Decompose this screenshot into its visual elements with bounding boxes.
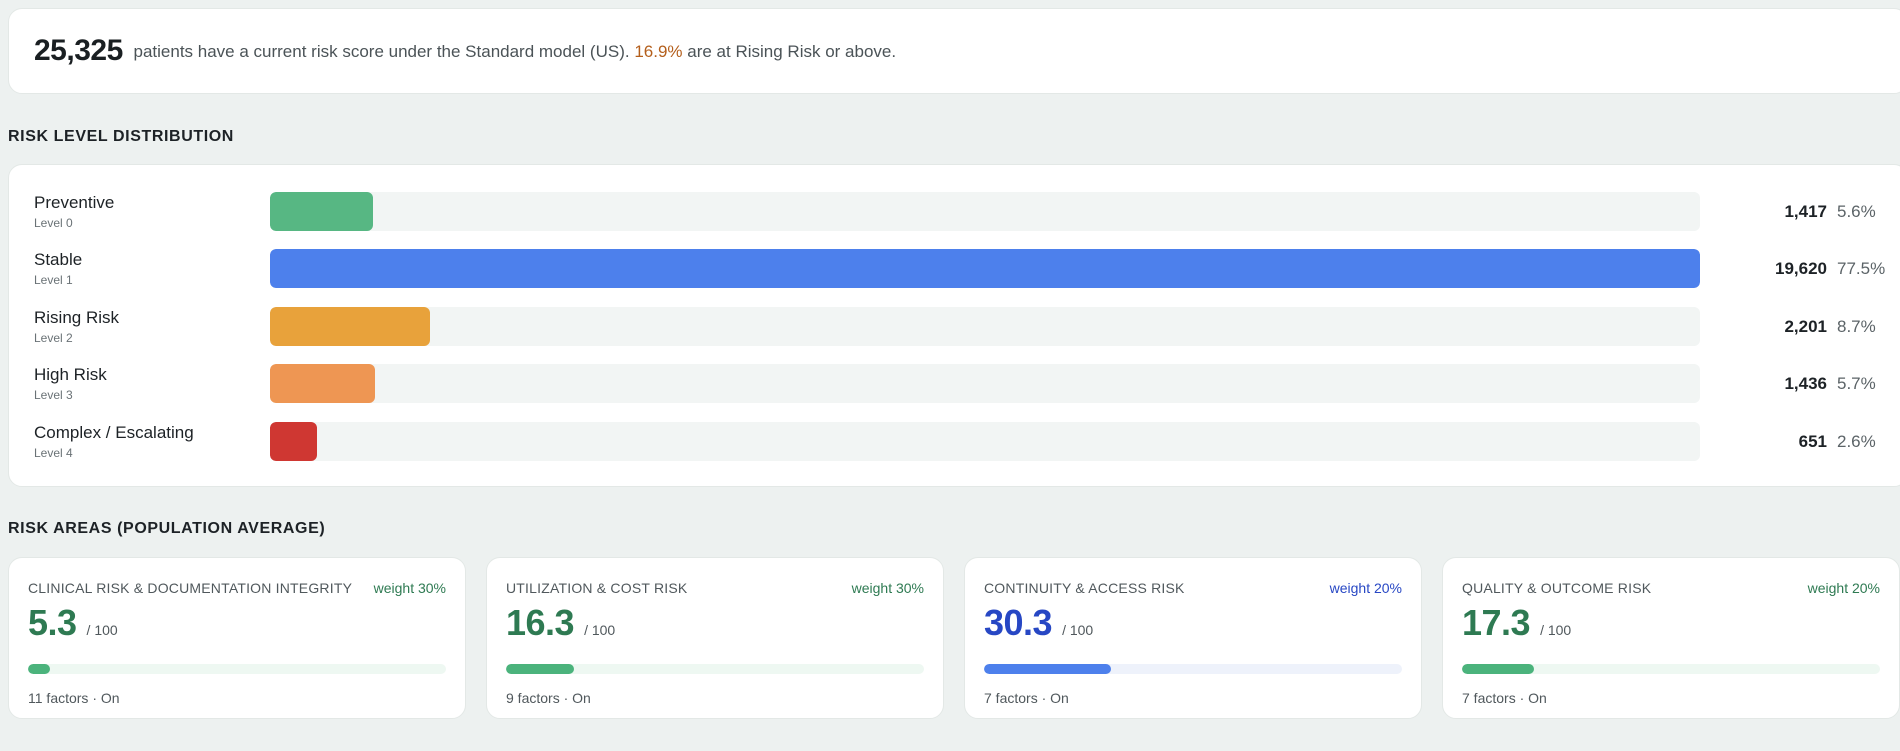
distribution-bar [270, 364, 375, 403]
risk-level-number: Level 4 [34, 446, 73, 460]
risk-area-header: CONTINUITY & ACCESS RISK weight 20% [984, 580, 1402, 596]
risk-level-distribution-card: Preventive Level 0 1,417 5.6% Stable Level 1 1… [8, 164, 1900, 487]
population-summary-card: 25,325 patients have a current risk scor… [8, 8, 1900, 94]
risk-area-title: QUALITY & OUTCOME RISK [1462, 580, 1652, 596]
risk-level-name: Stable [34, 250, 83, 269]
risk-area-max: / 100 [86, 622, 118, 638]
distribution-bar-track [270, 364, 1700, 403]
distribution-bar [270, 192, 373, 231]
risk-area-score: 17.3 [1462, 602, 1531, 643]
risk-area-score: 5.3 [28, 602, 77, 643]
risk-area-header: CLINICAL RISK & DOCUMENTATION INTEGRITY w… [28, 580, 446, 596]
risk-level-count: 2,201 [1784, 317, 1827, 336]
risk-level-percent: 5.6% [1837, 202, 1876, 221]
risk-level-count: 1,436 [1784, 374, 1827, 393]
distribution-bar-track [270, 307, 1700, 346]
risk-area-bar-track [28, 664, 446, 674]
distribution-row: Rising Risk Level 2 2,201 8.7% [9, 307, 1900, 347]
risk-level-number: Level 2 [34, 331, 73, 345]
risk-area-factors: 7 factors · On [1462, 690, 1547, 706]
risk-area-max: / 100 [584, 622, 616, 638]
risk-level-percent: 8.7% [1837, 317, 1876, 336]
risk-area-score-row: 17.3 / 100 [1462, 602, 1880, 644]
risk-areas-title: RISK AREAS (POPULATION AVERAGE) [8, 520, 326, 537]
risk-level-name: Complex / Escalating [34, 423, 194, 442]
distribution-bar [270, 307, 430, 346]
risk-level-label: Rising Risk Level 2 [34, 308, 119, 345]
patient-count: 25,325 [34, 34, 123, 67]
risk-area-card: CLINICAL RISK & DOCUMENTATION INTEGRITY w… [8, 557, 466, 719]
distribution-bar-track [270, 422, 1700, 461]
risk-level-label: Stable Level 1 [34, 250, 82, 287]
risk-area-bar-track [1462, 664, 1880, 674]
risk-area-title: CONTINUITY & ACCESS RISK [984, 580, 1185, 596]
risk-area-score: 30.3 [984, 602, 1053, 643]
distribution-row: High Risk Level 3 1,436 5.7% [9, 364, 1900, 404]
risk-area-score-row: 5.3 / 100 [28, 602, 446, 644]
risk-area-bar-track [984, 664, 1402, 674]
risk-dashboard: 25,325 patients have a current risk scor… [0, 0, 1900, 751]
risk-level-count: 651 [1798, 432, 1827, 451]
risk-area-bar [28, 664, 51, 674]
risk-level-percent: 77.5% [1837, 259, 1886, 278]
risk-level-number: Level 3 [34, 388, 73, 402]
risk-area-bar-track [506, 664, 924, 674]
distribution-bar-track [270, 249, 1700, 288]
risk-area-weight: weight 20% [1329, 580, 1402, 596]
risk-level-name: High Risk [34, 365, 107, 384]
risk-area-card: UTILIZATION & COST RISK weight 30% 16.3 / 1… [486, 557, 944, 719]
risk-level-label: Preventive Level 0 [34, 193, 114, 230]
risk-level-name: Rising Risk [34, 308, 120, 327]
summary-text-before: patients have a current risk score under… [133, 42, 630, 61]
risk-area-score: 16.3 [506, 602, 575, 643]
risk-area-factors: 9 factors · On [506, 690, 591, 706]
risk-level-number: Level 0 [34, 216, 73, 230]
risk-area-weight: weight 30% [851, 580, 924, 596]
risk-area-card: CONTINUITY & ACCESS RISK weight 20% 30.3 / … [964, 557, 1422, 719]
risk-area-factors: 7 factors · On [984, 690, 1069, 706]
risk-level-percent: 5.7% [1837, 374, 1876, 393]
distribution-row: Preventive Level 0 1,417 5.6% [9, 192, 1900, 232]
risk-area-weight: weight 30% [373, 580, 446, 596]
risk-area-header: UTILIZATION & COST RISK weight 30% [506, 580, 924, 596]
risk-level-percent: 2.6% [1837, 432, 1876, 451]
distribution-row: Stable Level 1 19,620 77.5% [9, 249, 1900, 289]
risk-area-title: CLINICAL RISK & DOCUMENTATION INTEGRITY [28, 580, 353, 596]
risk-area-bar [1462, 664, 1535, 674]
distribution-bar-track [270, 192, 1700, 231]
risk-area-weight: weight 20% [1807, 580, 1880, 596]
rising-risk-percent: 16.9% [634, 42, 683, 61]
distribution-bar [270, 422, 317, 461]
risk-level-number: Level 1 [34, 273, 73, 287]
summary-text: 25,325 patients have a current risk scor… [34, 34, 896, 68]
risk-level-distribution-title: RISK LEVEL DISTRIBUTION [8, 128, 234, 145]
distribution-bar [270, 249, 1700, 288]
distribution-row: Complex / Escalating Level 4 651 2.6% [9, 422, 1900, 462]
risk-area-max: / 100 [1540, 622, 1572, 638]
risk-area-score-row: 16.3 / 100 [506, 602, 924, 644]
risk-level-label: High Risk Level 3 [34, 365, 107, 402]
risk-area-max: / 100 [1062, 622, 1094, 638]
risk-area-bar [506, 664, 575, 674]
summary-text-after: are at Rising Risk or above. [687, 42, 897, 61]
risk-area-header: QUALITY & OUTCOME RISK weight 20% [1462, 580, 1880, 596]
risk-level-name: Preventive [34, 193, 115, 212]
risk-area-title: UTILIZATION & COST RISK [506, 580, 688, 596]
risk-area-bar [984, 664, 1111, 674]
risk-level-count: 19,620 [1775, 259, 1827, 278]
risk-area-card: QUALITY & OUTCOME RISK weight 20% 17.3 / 10… [1442, 557, 1900, 719]
risk-area-factors: 11 factors · On [28, 690, 120, 706]
risk-area-score-row: 30.3 / 100 [984, 602, 1402, 644]
risk-level-count: 1,417 [1784, 202, 1827, 221]
risk-level-label: Complex / Escalating Level 4 [34, 423, 194, 460]
